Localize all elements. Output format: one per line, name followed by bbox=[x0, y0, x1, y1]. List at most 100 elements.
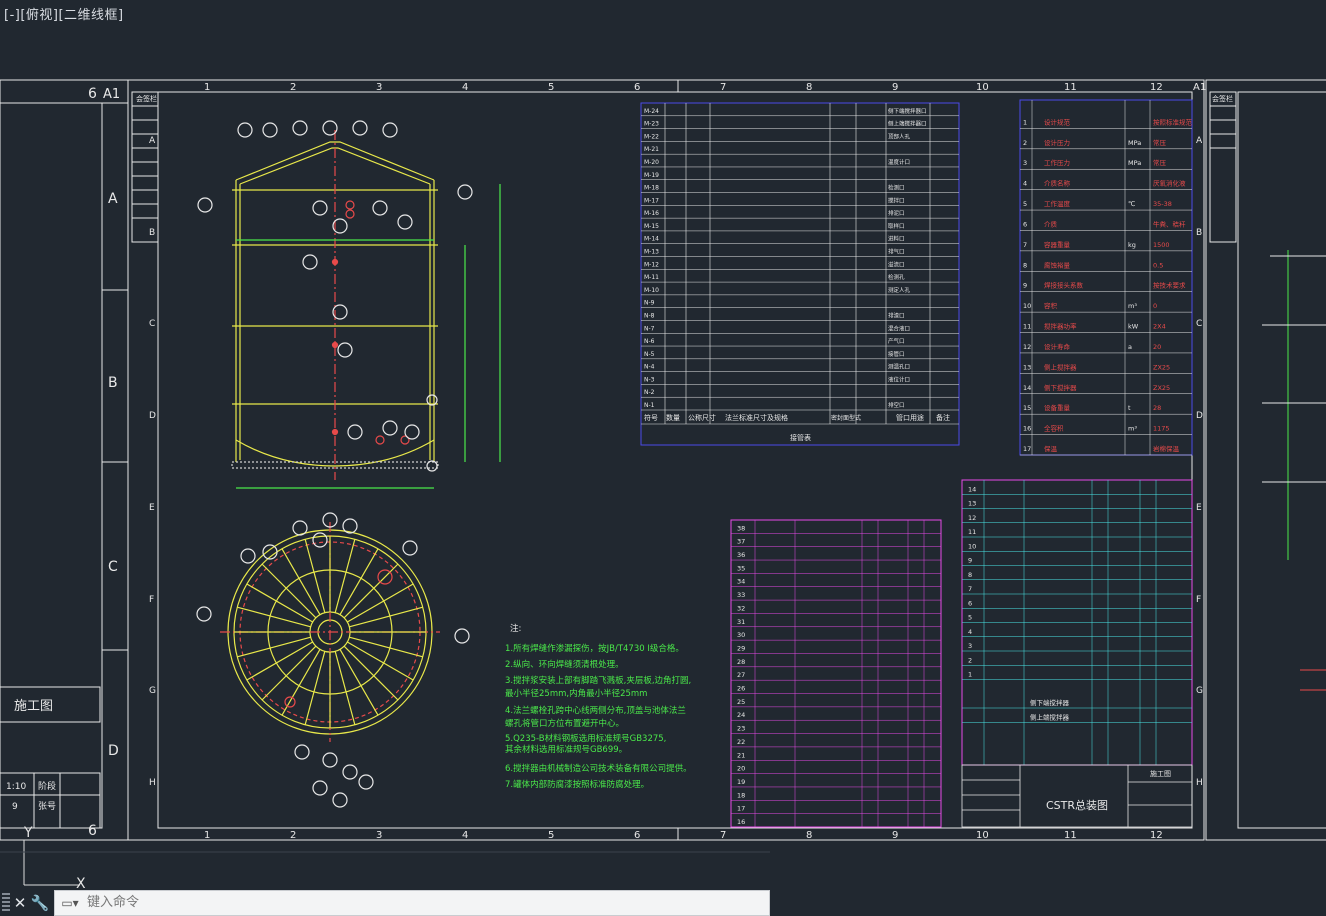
design-row-no: 12 bbox=[1023, 343, 1031, 351]
design-row-name: 保温 bbox=[1044, 444, 1058, 453]
parts-a-no: 19 bbox=[737, 778, 745, 786]
nozzle-id: M-24 bbox=[644, 108, 659, 115]
tank-plan-view bbox=[196, 512, 470, 808]
nozzle-use: 进料口 bbox=[888, 235, 905, 243]
command-input-wrap[interactable]: ▭▾ bbox=[54, 889, 770, 916]
nozzle-use: 排渣口 bbox=[888, 311, 905, 319]
row-D: D bbox=[149, 411, 156, 421]
row-C: C bbox=[149, 319, 155, 329]
design-row-value: 常压 bbox=[1153, 158, 1167, 167]
row-F: F bbox=[149, 595, 154, 605]
design-row-name: 设计压力 bbox=[1044, 138, 1070, 147]
col-4-top: 4 bbox=[462, 82, 468, 93]
design-row-no: 5 bbox=[1023, 200, 1027, 208]
parts-a-no: 31 bbox=[737, 618, 745, 626]
note-3: 3.搅拌浆安装上部有脚踏飞溅板,夹层板,边角打圆, bbox=[505, 675, 691, 686]
nozzle-id: N-9 bbox=[644, 300, 655, 307]
nozzle-id: N-3 bbox=[644, 376, 655, 383]
command-history-icon[interactable]: ▭▾ bbox=[55, 896, 85, 910]
nozzle-id: N-4 bbox=[644, 364, 655, 371]
nozzle-use: 排空口 bbox=[888, 401, 905, 409]
parts-a-no: 36 bbox=[737, 551, 745, 559]
command-line-grip-handle[interactable] bbox=[2, 892, 10, 913]
left-sheet-value: 9 bbox=[12, 802, 18, 812]
col-5-bottom: 5 bbox=[548, 830, 554, 841]
col-12-top: 12 bbox=[1150, 82, 1163, 93]
nozzle-use: 排气口 bbox=[888, 248, 905, 256]
nozzle-id: M-23 bbox=[644, 121, 659, 128]
parts-a-no: 33 bbox=[737, 591, 745, 599]
col-11-top: 11 bbox=[1064, 82, 1077, 93]
nozzle-id: M-22 bbox=[644, 133, 659, 140]
note-4b: 螺孔将管口方位布置避开中心。 bbox=[505, 718, 624, 729]
design-row-no: 9 bbox=[1023, 282, 1027, 290]
col-2-top: 2 bbox=[290, 82, 296, 93]
left-row-D: D bbox=[108, 743, 119, 759]
nozzle-hdr-symbol: 符号 bbox=[644, 413, 658, 422]
parts-b-no: 6 bbox=[968, 599, 972, 607]
row-G: G bbox=[149, 686, 156, 696]
note-2: 2.纵向、环向焊缝须清根处理。 bbox=[505, 659, 624, 670]
design-row-name: 容积 bbox=[1044, 301, 1058, 310]
col-11-bottom: 11 bbox=[1064, 830, 1077, 841]
parts-b-no: 5 bbox=[968, 614, 972, 622]
design-row-unit: m³ bbox=[1128, 425, 1137, 433]
parts-a-no: 25 bbox=[737, 698, 745, 706]
parts-b-no: 7 bbox=[968, 585, 972, 593]
design-row-name: 介质名称 bbox=[1044, 179, 1071, 188]
row-F-right: F bbox=[1196, 595, 1201, 605]
design-data-table: 1 设计规范 按照标准规范 2 设计压力 MPa 常压 3 工作压力 MPa 常压 4 介质名称 厌氧消化… bbox=[1019, 99, 1193, 456]
nozzle-hdr-dn: 公称尺寸 bbox=[688, 413, 716, 422]
design-row-name: 设备重量 bbox=[1044, 403, 1071, 412]
nozzle-id: N-1 bbox=[644, 402, 655, 409]
design-row-value: 0.5 bbox=[1153, 261, 1163, 269]
nozzle-id: N-8 bbox=[644, 312, 655, 319]
design-row-value: 1175 bbox=[1153, 425, 1170, 433]
left-scale-value: 1:10 bbox=[6, 782, 26, 792]
nozzle-id: N-5 bbox=[644, 351, 655, 358]
design-row-value: 2X4 bbox=[1153, 323, 1166, 331]
nozzle-id: M-19 bbox=[644, 172, 659, 179]
wrench-icon[interactable]: 🔧 bbox=[30, 892, 50, 914]
cad-drawing-canvas[interactable]: 6 A1 6 A B C D 施工图 1:10 阶段 9 张号 Y 会签栏 A1… bbox=[0, 0, 1326, 916]
row-B: B bbox=[149, 228, 155, 238]
row-H-right: H bbox=[1196, 778, 1203, 788]
design-row-no: 13 bbox=[1023, 363, 1031, 371]
design-row-value: 28 bbox=[1153, 404, 1161, 412]
design-row-no: 6 bbox=[1023, 220, 1027, 228]
design-row-value: 1500 bbox=[1153, 241, 1170, 249]
left-title-block-stage: 施工图 bbox=[14, 699, 53, 714]
col-3-top: 3 bbox=[376, 82, 382, 93]
main-col-numbers: 1 2 3 4 5 6 7 8 9 10 11 12 1 2 3 4 5 6 7… bbox=[204, 82, 1163, 841]
note-3b: 最小半径25mm,内角最小半径25mm bbox=[505, 688, 647, 699]
parts-b-no: 12 bbox=[968, 514, 976, 522]
nozzle-use: 溢流口 bbox=[888, 260, 905, 268]
col-4-bottom: 4 bbox=[462, 830, 468, 841]
parts-a-no: 34 bbox=[737, 578, 745, 586]
row-A-right: A bbox=[1196, 136, 1203, 146]
design-row-unit: kW bbox=[1128, 323, 1139, 331]
parts-b-no: 4 bbox=[968, 628, 972, 636]
close-icon[interactable]: ✕ bbox=[10, 892, 30, 914]
row-B-right: B bbox=[1196, 228, 1202, 238]
parts-a-no: 26 bbox=[737, 685, 745, 693]
nozzle-use: 取样口 bbox=[888, 222, 905, 230]
design-row-unit: MPa bbox=[1128, 139, 1141, 147]
parts-a-no: 37 bbox=[737, 538, 745, 546]
nozzle-hdr-flange: 法兰标准尺寸及规格 bbox=[725, 413, 788, 422]
nozzle-use: 测温孔口 bbox=[888, 363, 910, 371]
design-row-name: 焊接接头系数 bbox=[1044, 281, 1084, 290]
note-6: 6.搅拌器由机械制造公司技术装备有限公司提供。 bbox=[505, 763, 692, 774]
main-stamp-label: 会签栏 bbox=[136, 94, 157, 103]
note-4: 4.法兰螺栓孔跨中心线两侧分布,顶盖与池体法兰 bbox=[505, 705, 686, 716]
parts-a-no: 30 bbox=[737, 631, 745, 639]
command-input[interactable] bbox=[85, 894, 769, 911]
parts-list-left: 38 37 36 35 34 33 32 31 30 29 28 27 26 25 24 23 22 21 20 19… bbox=[730, 519, 942, 828]
nozzle-hdr-face: 密封面型式 bbox=[831, 414, 861, 422]
nozzle-id: M-14 bbox=[644, 236, 659, 243]
row-G-right: G bbox=[1196, 686, 1203, 696]
row-E: E bbox=[149, 503, 155, 513]
nozzle-id: M-20 bbox=[644, 159, 659, 166]
left-row-C: C bbox=[108, 559, 118, 575]
design-row-name: 容器重量 bbox=[1044, 240, 1071, 249]
